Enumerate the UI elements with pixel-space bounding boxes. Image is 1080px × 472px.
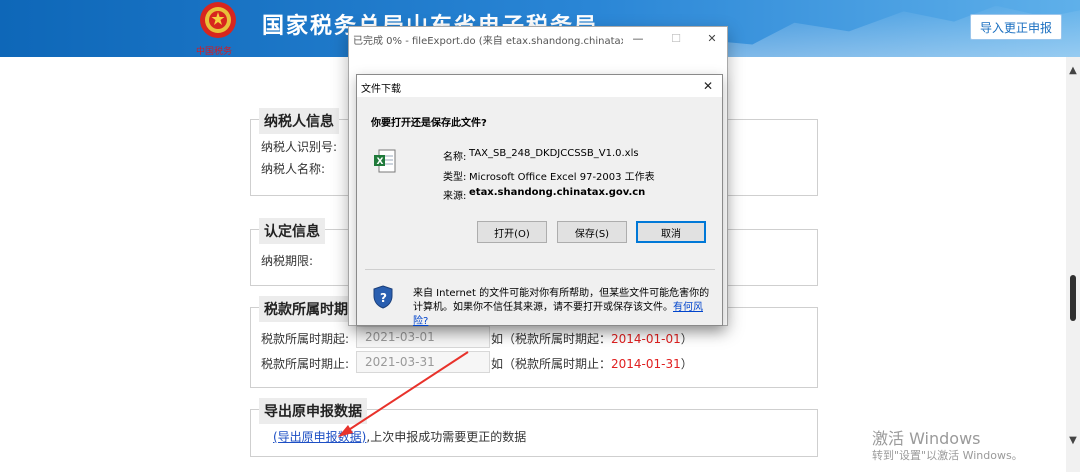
- security-warning: 来自 Internet 的文件可能对你有所帮助，但某些文件可能危害你的计算机。如…: [413, 287, 713, 329]
- export-description: ,上次申报成功需要更正的数据: [366, 430, 527, 444]
- maximize-icon[interactable]: ☐: [663, 29, 689, 49]
- period-end-example: 如（税款所属时期止：2014-01-31）: [491, 355, 693, 372]
- example-date: 2014-01-01: [611, 332, 681, 346]
- section-legend: 导出原申报数据: [259, 398, 367, 424]
- close-icon[interactable]: ✕: [697, 77, 719, 95]
- scroll-up-arrow-icon[interactable]: ▲: [1066, 65, 1080, 77]
- export-original-data-link[interactable]: (导出原申报数据): [273, 430, 366, 444]
- window-titlebar: 已完成 0% - fileExport.do (来自 etax.shandong…: [349, 27, 727, 51]
- period-end-label: 税款所属时期止:: [261, 357, 350, 371]
- emblem-caption: 中国税务: [196, 47, 233, 57]
- dialog-question: 你要打开还是保存此文件?: [371, 118, 487, 129]
- period-start-input[interactable]: 2021-03-01: [356, 326, 490, 348]
- dialog-titlebar: 文件下载 ✕: [357, 75, 722, 97]
- section-legend: 纳税人信息: [259, 108, 339, 134]
- file-source-value: etax.shandong.chinatax.gov.cn: [469, 187, 646, 198]
- file-name-row: 名称: TAX_SB_248_DKDJCCSSB_V1.0.xls: [357, 148, 722, 163]
- security-shield-icon: ?: [373, 285, 393, 309]
- export-line: (导出原申报数据),上次申报成功需要更正的数据: [273, 428, 526, 445]
- example-suffix: ）: [680, 357, 693, 371]
- activation-watermark-title: 激活 Windows: [872, 429, 981, 448]
- activation-watermark-subtitle: 转到"设置"以激活 Windows。: [872, 449, 1023, 462]
- dialog-divider: [365, 269, 715, 270]
- taxpayer-id-label: 纳税人识别号:: [261, 140, 338, 154]
- taxpayer-name-label: 纳税人名称:: [261, 162, 326, 176]
- cancel-button[interactable]: 取消: [636, 221, 706, 243]
- file-type-value: Microsoft Office Excel 97-2003 工作表: [469, 172, 655, 183]
- period-start-example: 如（税款所属时期起：2014-01-01）: [491, 330, 693, 347]
- section-legend: 税款所属时期: [259, 296, 353, 322]
- scroll-thumb[interactable]: [1070, 275, 1076, 321]
- national-emblem-icon: [200, 2, 236, 38]
- example-date: 2014-01-31: [611, 357, 681, 371]
- file-type-row: 类型: Microsoft Office Excel 97-2003 工作表: [357, 168, 722, 183]
- open-button[interactable]: 打开(O): [477, 221, 547, 243]
- page-scrollbar[interactable]: ▲ ▼: [1066, 57, 1080, 472]
- period-start-label: 税款所属时期起:: [261, 332, 350, 346]
- file-source-label: 来源:: [443, 191, 467, 202]
- dialog-title: 文件下载: [361, 84, 401, 95]
- example-suffix: ）: [680, 332, 693, 346]
- close-icon[interactable]: ✕: [699, 29, 725, 49]
- file-type-label: 类型:: [443, 172, 467, 183]
- export-section: 导出原申报数据 (导出原申报数据),上次申报成功需要更正的数据: [250, 398, 818, 457]
- window-title: 已完成 0% - fileExport.do (来自 etax.shandong…: [353, 36, 623, 47]
- svg-text:?: ?: [380, 291, 387, 305]
- warning-text: 来自 Internet 的文件可能对你有所帮助，但某些文件可能危害你的计算机。如…: [413, 288, 710, 313]
- file-source-row: 来源: etax.shandong.chinatax.gov.cn: [357, 187, 722, 202]
- example-prefix: 如（税款所属时期止：: [491, 357, 612, 371]
- section-legend: 认定信息: [259, 218, 325, 244]
- save-button[interactable]: 保存(S): [557, 221, 627, 243]
- file-name-label: 名称:: [443, 152, 467, 163]
- file-download-dialog: 文件下载 ✕ 你要打开还是保存此文件? X 名称: TAX_SB_248_DKD…: [356, 74, 723, 329]
- example-prefix: 如（税款所属时期起：: [491, 332, 612, 346]
- tax-period-label: 纳税期限:: [261, 254, 314, 268]
- scroll-down-arrow-icon[interactable]: ▼: [1066, 435, 1080, 447]
- import-correction-button[interactable]: 导入更正申报: [970, 14, 1062, 40]
- period-end-input[interactable]: 2021-03-31: [356, 351, 490, 373]
- minimize-icon[interactable]: —: [625, 29, 651, 49]
- file-name-value: TAX_SB_248_DKDJCCSSB_V1.0.xls: [469, 148, 639, 159]
